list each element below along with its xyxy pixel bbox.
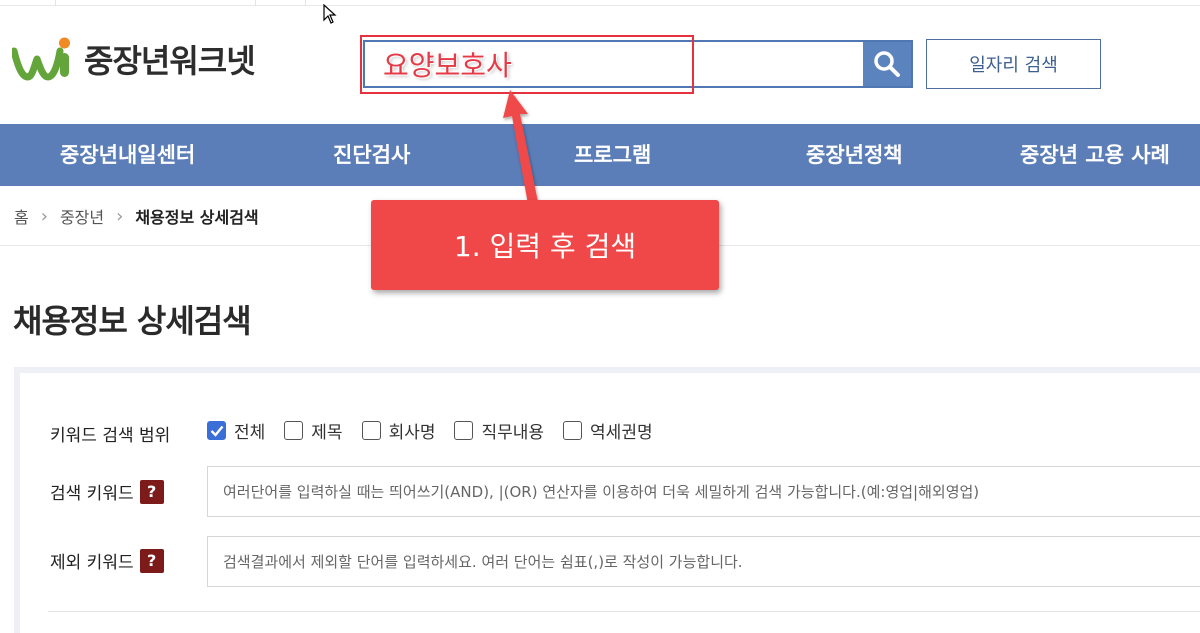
nav-item-cases[interactable]: 중장년 고용 사례 — [1020, 124, 1170, 186]
help-icon[interactable]: ? — [139, 548, 164, 573]
nav-item-policy[interactable]: 중장년정책 — [806, 124, 903, 186]
search-input[interactable] — [365, 42, 863, 86]
scope-option-label: 회사명 — [388, 423, 436, 443]
checkbox-icon[interactable] — [361, 421, 381, 440]
scope-option-label: 역세권명 — [590, 423, 653, 443]
keyword-label: 검색 키워드 — [50, 484, 134, 504]
annotation-arrow-icon — [503, 90, 538, 204]
annotation-callout: 1. 입력 후 검색 — [371, 200, 719, 290]
checkbox-icon[interactable] — [284, 421, 304, 440]
checkbox-icon[interactable] — [454, 421, 474, 440]
main-nav: 중장년내일센터 진단검사 프로그램 중장년정책 중장년 고용 사례 — [0, 124, 1200, 186]
exclude-keyword-input[interactable] — [207, 536, 1200, 587]
scope-option-label: 직무내용 — [481, 423, 545, 443]
logo-mark-icon — [12, 37, 70, 81]
keyword-input[interactable] — [207, 466, 1200, 517]
chevron-right-icon: › — [40, 205, 48, 227]
nav-item-diagnosis[interactable]: 진단검사 — [333, 124, 410, 186]
logo-text: 중장년워크넷 — [84, 42, 256, 80]
scope-option-duty[interactable]: 직무내용 — [454, 418, 544, 443]
breadcrumb: 홈 › 중장년 › 채용정보 상세검색 — [14, 204, 259, 228]
scope-options: 전체 제목 회사명 직무내용 역세권명 — [207, 418, 672, 443]
exclude-label: 제외 키워드 — [50, 553, 134, 573]
top-strip-segment — [56, 0, 256, 6]
top-strip-segment — [256, 0, 306, 6]
scope-option-label: 전체 — [234, 423, 266, 443]
exclude-row-label: 제외 키워드 ? — [50, 548, 164, 573]
help-icon[interactable]: ? — [139, 479, 164, 504]
scope-option-all[interactable]: 전체 — [207, 418, 265, 443]
breadcrumb-middle[interactable]: 중장년 — [60, 204, 104, 228]
checkbox-checked-icon[interactable] — [207, 421, 226, 440]
divider — [48, 611, 1200, 612]
page-title: 채용정보 상세검색 — [13, 302, 252, 340]
scope-option-station[interactable]: 역세권명 — [563, 418, 653, 443]
scope-option-company[interactable]: 회사명 — [361, 418, 436, 443]
scope-label: 키워드 검색 범위 — [50, 426, 171, 446]
search-bar — [363, 40, 913, 88]
breadcrumb-home[interactable]: 홈 — [14, 204, 29, 228]
scope-option-title[interactable]: 제목 — [284, 418, 343, 443]
search-button[interactable] — [863, 42, 911, 86]
checkbox-icon[interactable] — [563, 421, 583, 440]
nav-item-center[interactable]: 중장년내일센터 — [60, 124, 195, 186]
top-strip — [0, 0, 1200, 6]
chevron-right-icon: › — [116, 205, 124, 227]
mouse-cursor-icon — [323, 4, 337, 24]
job-search-button[interactable]: 일자리 검색 — [926, 39, 1101, 89]
site-logo[interactable]: 중장년워크넷 — [12, 36, 256, 82]
search-icon — [874, 51, 900, 77]
nav-item-program[interactable]: 프로그램 — [574, 124, 651, 186]
keyword-row-label: 검색 키워드 ? — [50, 479, 164, 504]
breadcrumb-current: 채용정보 상세검색 — [135, 208, 259, 227]
scope-option-label: 제목 — [311, 423, 343, 443]
top-strip-segment — [0, 0, 56, 6]
